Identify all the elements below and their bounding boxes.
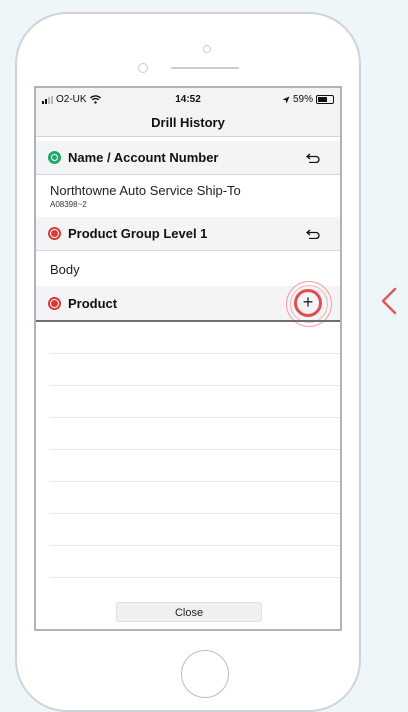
status-right: 59% (282, 94, 334, 105)
section-header-product-group: Product Group Level 1 (36, 217, 340, 251)
battery-icon (316, 95, 334, 104)
undo-button[interactable] (298, 146, 328, 170)
selected-value-row: Body (36, 262, 340, 277)
status-bar: O2-UK 14:52 59% (36, 88, 340, 110)
empty-list-row (50, 353, 340, 354)
selected-value: Body (50, 262, 80, 277)
empty-list-row (50, 577, 340, 578)
home-button[interactable] (181, 650, 229, 698)
phone-screen: O2-UK 14:52 59% Drill History Name / Acc… (34, 86, 342, 631)
section-title: Name / Account Number (68, 150, 219, 165)
status-dot-green-icon (48, 151, 61, 164)
selected-value: Northtowne Auto Service Ship-To (50, 183, 241, 198)
undo-icon (306, 153, 320, 163)
empty-list-row (50, 385, 340, 386)
nav-title: Drill History (36, 110, 340, 137)
section-title: Product Group Level 1 (68, 226, 208, 241)
undo-button[interactable] (298, 222, 328, 246)
undo-icon (306, 229, 320, 239)
chevron-left-icon[interactable] (378, 286, 400, 316)
empty-list-row (50, 545, 340, 546)
section-header-product: Product + (36, 281, 340, 327)
empty-list-row (50, 417, 340, 418)
front-camera (138, 63, 148, 73)
battery-percent: 59% (292, 94, 313, 105)
selected-value-row: Northtowne Auto Service Ship-To A08398~2 (36, 183, 340, 209)
status-dot-red-icon (48, 227, 61, 240)
add-product-button[interactable]: + (280, 281, 336, 327)
location-arrow-icon (282, 96, 290, 103)
close-button[interactable]: Close (116, 602, 262, 622)
proximity-sensor (203, 45, 211, 53)
selected-sub-value: A08398~2 (50, 200, 87, 209)
status-dot-red-icon (48, 296, 61, 310)
earpiece-speaker (171, 67, 239, 69)
section-divider (36, 320, 340, 322)
empty-list-row (50, 449, 340, 450)
empty-list-row (50, 481, 340, 482)
section-header-name-account: Name / Account Number (36, 141, 340, 175)
plus-icon: + (302, 292, 314, 312)
empty-list-row (50, 513, 340, 514)
